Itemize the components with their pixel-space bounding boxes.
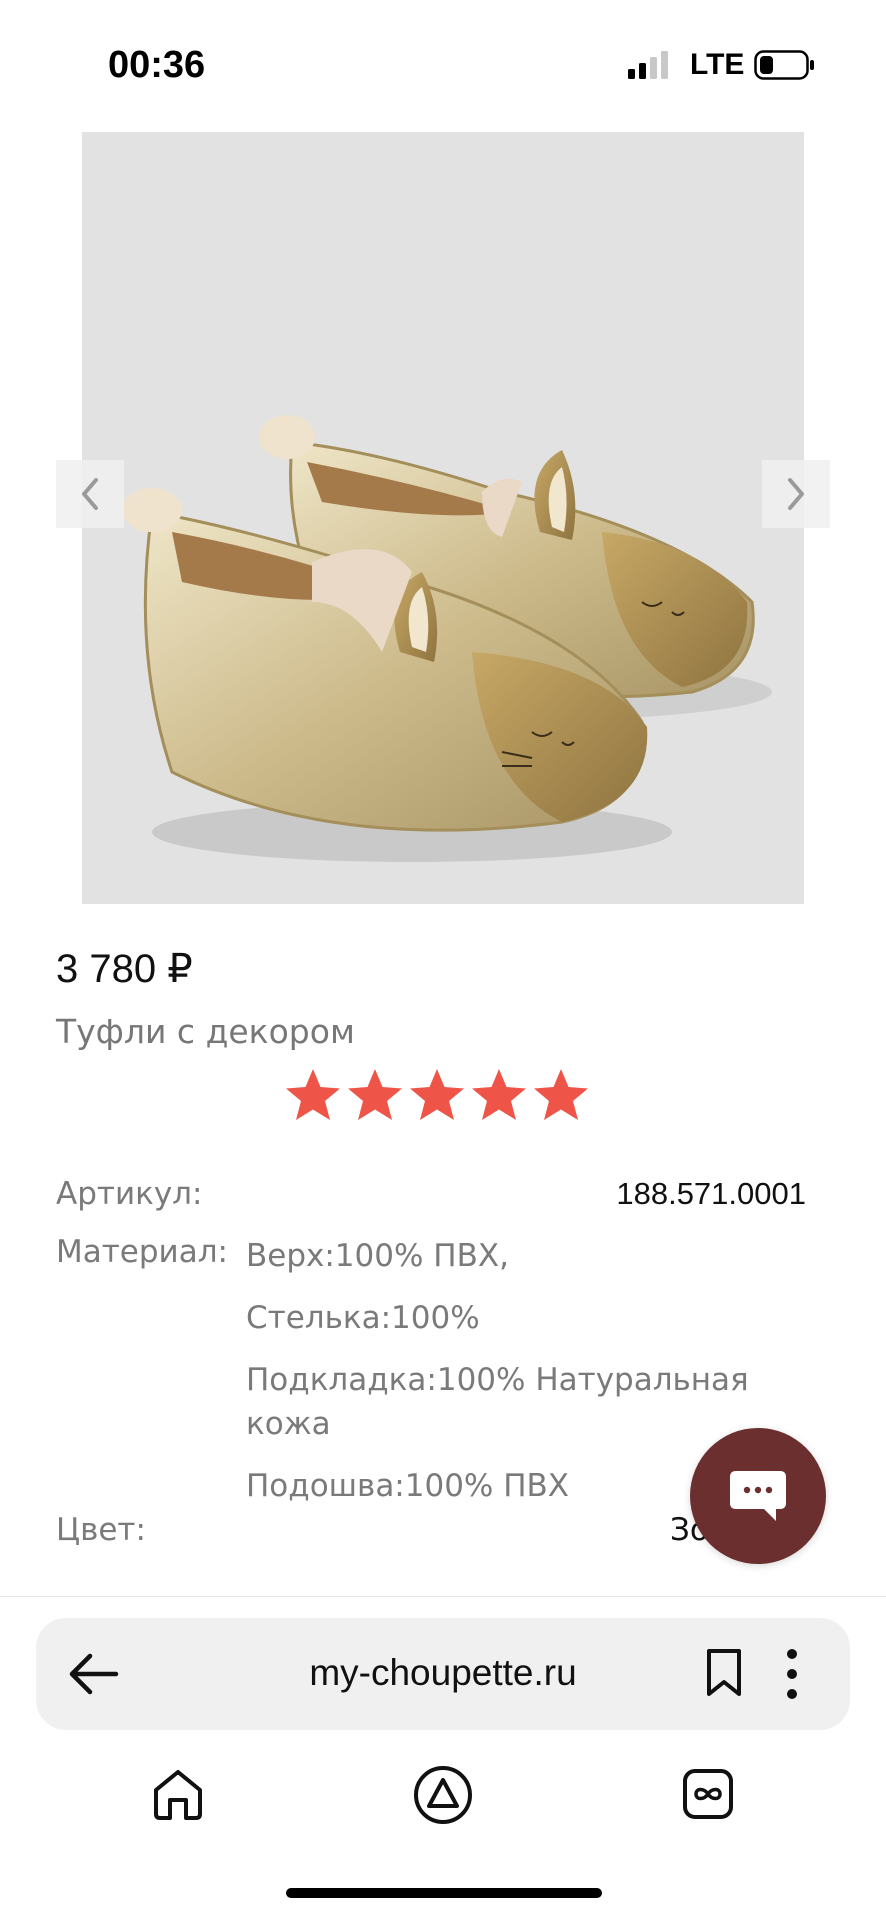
status-time: 00:36 <box>108 44 206 86</box>
tabs-icon[interactable] <box>680 1766 736 1822</box>
material-line: Верх:100% ПВХ, <box>246 1238 509 1274</box>
shoes-illustration <box>122 415 772 862</box>
material-label: Материал: <box>56 1234 228 1270</box>
material-line: Стелька:100% <box>246 1300 480 1336</box>
bookmark-icon[interactable] <box>704 1648 744 1698</box>
product-price: 3 780 ₽ <box>56 947 193 991</box>
gallery-next-button[interactable] <box>762 460 830 528</box>
home-indicator <box>286 1888 602 1898</box>
browser-address-bar[interactable]: my-choupette.ru <box>36 1618 850 1730</box>
signal-icon <box>628 51 668 79</box>
chevron-left-icon <box>82 478 98 510</box>
rating-stars <box>282 1066 592 1124</box>
status-bar: 00:36 LTE <box>0 0 886 120</box>
star-icon <box>472 1069 526 1120</box>
article-value: 188.571.0001 <box>616 1176 806 1211</box>
alice-icon[interactable] <box>412 1764 474 1826</box>
more-vertical-icon[interactable] <box>784 1648 800 1700</box>
battery-icon <box>754 50 814 80</box>
color-label: Цвет: <box>56 1512 146 1548</box>
star-icon <box>348 1069 402 1120</box>
home-icon[interactable] <box>150 1766 206 1822</box>
product-name: Туфли с декором <box>56 1012 355 1051</box>
chat-bubble-icon <box>730 1471 786 1521</box>
star-icon <box>286 1069 340 1120</box>
network-type: LTE <box>690 48 745 81</box>
chat-button[interactable] <box>690 1428 826 1564</box>
material-line: Подкладка:100% Натуральная <box>246 1362 749 1398</box>
star-icon <box>534 1069 588 1120</box>
chevron-right-icon <box>788 478 804 510</box>
product-image[interactable] <box>82 132 804 904</box>
article-label: Артикул: <box>56 1176 203 1212</box>
divider <box>0 1596 886 1597</box>
star-icon <box>410 1069 464 1120</box>
gallery-prev-button[interactable] <box>56 460 124 528</box>
